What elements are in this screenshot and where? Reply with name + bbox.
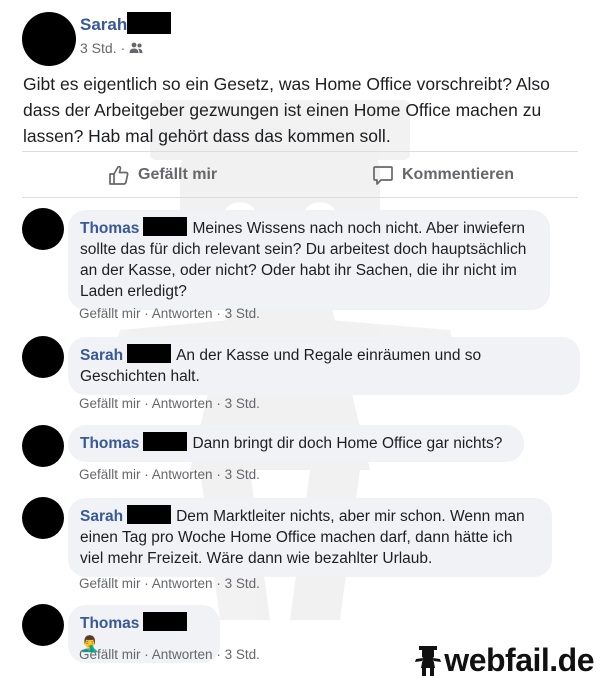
waiter-figure-icon: [415, 645, 442, 676]
avatar[interactable]: [22, 336, 64, 378]
comment-reply-link[interactable]: Antworten: [152, 306, 213, 321]
comment-time[interactable]: 3 Std.: [225, 576, 260, 591]
comment-reply-link[interactable]: Antworten: [152, 467, 213, 482]
comment-author-name[interactable]: Thomas: [80, 435, 139, 452]
avatar[interactable]: [22, 425, 64, 467]
redacted-surname: [127, 505, 172, 525]
redacted-surname: [127, 12, 171, 34]
avatar[interactable]: [22, 604, 64, 646]
comment-like-link[interactable]: Gefällt mir: [79, 647, 141, 662]
comment-reply-link[interactable]: Antworten: [152, 576, 213, 591]
comment-author-name[interactable]: Sarah: [80, 508, 123, 525]
post-time[interactable]: 3 Std.: [80, 40, 117, 56]
like-button[interactable]: Gefällt mir: [108, 164, 217, 186]
divider: [22, 197, 578, 198]
comment-bubble: Sarah An der Kasse und Regale einräumen u…: [68, 337, 580, 395]
redacted-surname: [143, 432, 188, 452]
comment-bubble: Thomas Meines Wissens nach noch nicht. Ab…: [68, 210, 550, 310]
post-text: Gibt es eigentlich so ein Gesetz, was Ho…: [23, 74, 550, 146]
comment-author-name[interactable]: Thomas: [80, 220, 139, 237]
meta-separator: ·: [120, 40, 126, 56]
post-author-name[interactable]: Sarah: [80, 15, 127, 35]
comment-reply-link[interactable]: Antworten: [152, 396, 213, 411]
logo-text: webfail.de: [444, 642, 594, 678]
friends-icon: [129, 42, 143, 53]
comment-author-name[interactable]: Sarah: [80, 347, 123, 364]
speech-bubble-icon: [373, 166, 393, 185]
comment-like-link[interactable]: Gefällt mir: [79, 467, 141, 482]
comment-like-link[interactable]: Gefällt mir: [79, 576, 141, 591]
comment-actions: Gefällt mir · Antworten · 3 Std.: [79, 306, 260, 321]
like-label: Gefällt mir: [138, 166, 218, 183]
comment-like-link[interactable]: Gefällt mir: [79, 306, 141, 321]
post-meta: 3 Std. ·: [80, 40, 143, 56]
comment-button[interactable]: Kommentieren: [372, 164, 514, 186]
comment-label: Kommentieren: [402, 166, 515, 183]
comment-bubble: Thomas Dann bringt dir doch Home Office g…: [68, 425, 524, 462]
comment-reply-link[interactable]: Antworten: [152, 647, 213, 662]
avatar[interactable]: [22, 497, 64, 539]
comment-actions: Gefällt mir · Antworten · 3 Std.: [79, 576, 260, 591]
comment-time[interactable]: 3 Std.: [225, 306, 260, 321]
comment-actions: Gefällt mir · Antworten · 3 Std.: [79, 467, 260, 482]
comment-like-link[interactable]: Gefällt mir: [79, 396, 141, 411]
webfail-logo: webfail.de: [415, 642, 594, 679]
avatar[interactable]: [22, 12, 76, 66]
redacted-surname: [127, 344, 172, 364]
redacted-surname: [143, 612, 188, 632]
comment-actions: Gefällt mir · Antworten · 3 Std.: [79, 396, 260, 411]
divider: [22, 151, 578, 152]
comment-bubble: Sarah Dem Marktleiter nichts, aber mir sc…: [68, 498, 552, 577]
avatar[interactable]: [22, 208, 64, 250]
comment-time[interactable]: 3 Std.: [225, 396, 260, 411]
comment-actions: Gefällt mir · Antworten · 3 Std.: [79, 647, 260, 662]
comment-text: Dann bringt dir doch Home Office gar nic…: [192, 435, 503, 452]
comment-time[interactable]: 3 Std.: [225, 647, 260, 662]
redacted-surname: [143, 217, 188, 237]
comment-author-name[interactable]: Thomas: [80, 615, 139, 632]
comment-time[interactable]: 3 Std.: [225, 467, 260, 482]
thumbs-up-icon: [109, 165, 129, 185]
